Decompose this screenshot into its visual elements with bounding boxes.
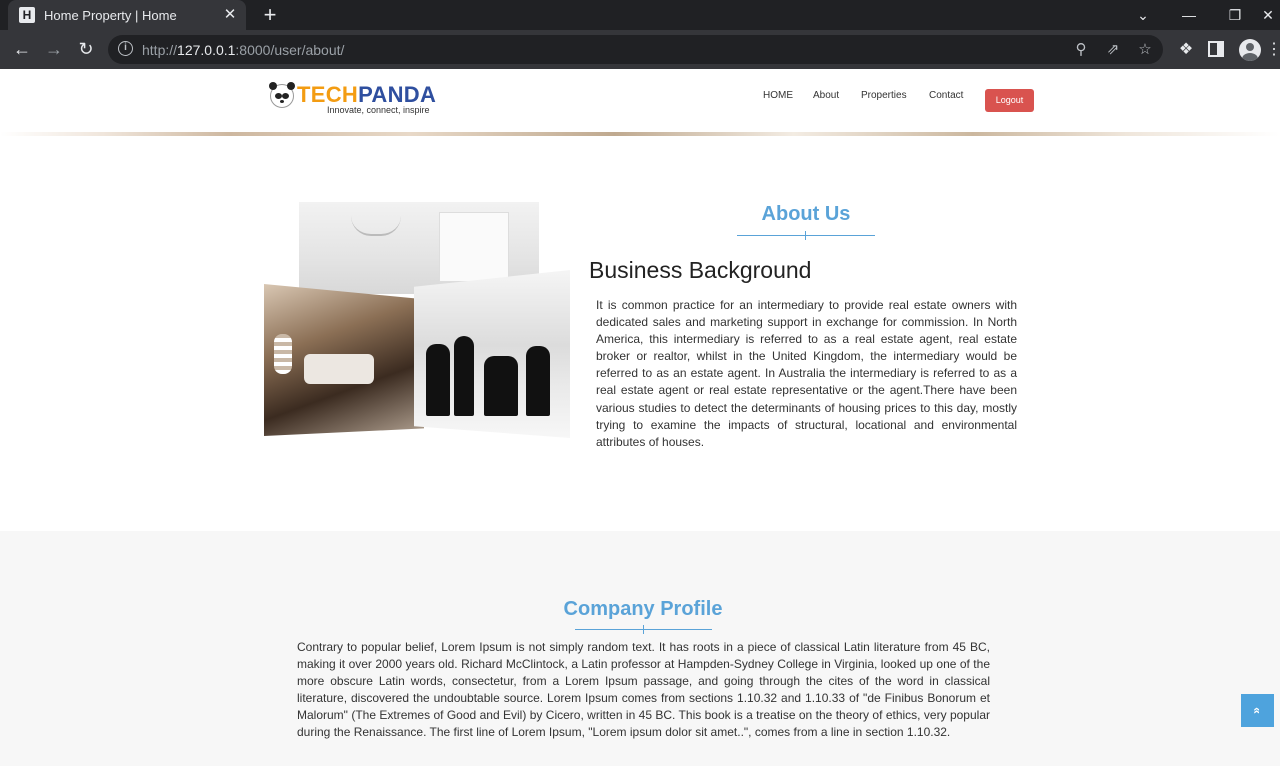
bookmark-star-icon[interactable]: ☆ — [1134, 39, 1156, 61]
business-background-heading: Business Background — [589, 257, 812, 283]
about-photo-collage — [264, 202, 570, 438]
about-paragraph: It is common practice for an intermediar… — [596, 298, 1017, 449]
close-tab-icon[interactable]: ✕ — [220, 5, 240, 25]
url-host: 127.0.0.1 — [177, 42, 236, 58]
nav-link-home[interactable]: HOME — [763, 90, 793, 101]
site-favicon-icon: H — [19, 7, 35, 23]
living-room-photo — [264, 284, 424, 436]
about-title-divider-tick — [805, 231, 806, 240]
site-info-icon[interactable]: i — [118, 41, 133, 56]
address-bar[interactable]: i http://127.0.0.1:8000/user/about/ ⚲ ⇗ … — [108, 35, 1163, 64]
url-text[interactable]: http://127.0.0.1:8000/user/about/ — [142, 42, 344, 58]
forward-icon[interactable]: → — [42, 37, 66, 61]
site-header: TECHPANDA Innovate, connect, inspire HOM… — [0, 69, 1280, 132]
browser-tab[interactable]: H Home Property | Home ✕ — [8, 0, 246, 30]
company-profile-section: Company Profile Contrary to popular beli… — [0, 531, 1280, 766]
site-logo[interactable]: TECHPANDA Innovate, connect, inspire — [268, 81, 438, 117]
window-close-icon[interactable]: ✕ — [1256, 0, 1280, 30]
logout-button[interactable]: Logout — [985, 89, 1034, 112]
restore-icon[interactable]: ❐ — [1212, 0, 1258, 30]
url-path: :8000/user/about/ — [235, 42, 345, 58]
logo-tagline: Innovate, connect, inspire — [327, 105, 430, 115]
zoom-icon[interactable]: ⚲ — [1070, 39, 1092, 61]
company-profile-paragraph: Contrary to popular belief, Lorem Ipsum … — [297, 640, 990, 740]
tab-search-icon[interactable]: ⌄ — [1120, 0, 1166, 30]
minimize-icon[interactable]: — — [1166, 0, 1212, 30]
tab-title: Home Property | Home — [44, 8, 177, 23]
new-tab-icon[interactable]: + — [258, 3, 282, 27]
profile-avatar-icon[interactable] — [1239, 39, 1261, 61]
extensions-icon[interactable]: ❖ — [1174, 38, 1198, 62]
company-profile-title: Company Profile — [563, 598, 723, 620]
scroll-to-top-button[interactable]: » — [1241, 694, 1274, 727]
nav-link-properties[interactable]: Properties — [861, 90, 907, 101]
about-title-divider — [737, 235, 875, 236]
office-silhouette-photo — [414, 270, 570, 438]
panda-logo-icon — [269, 82, 295, 108]
side-panel-icon[interactable] — [1208, 41, 1224, 57]
back-icon[interactable]: ← — [10, 37, 34, 61]
share-icon[interactable]: ⇗ — [1102, 39, 1124, 61]
nav-link-about[interactable]: About — [813, 90, 839, 101]
nav-link-contact[interactable]: Contact — [929, 90, 963, 101]
profile-title-divider-tick — [643, 625, 644, 634]
browser-tab-bar: H Home Property | Home ✕ + ⌄ — ❐ ✕ — [0, 0, 1280, 30]
browser-toolbar: ← → ↻ i http://127.0.0.1:8000/user/about… — [0, 30, 1280, 69]
page-viewport: TECHPANDA Innovate, connect, inspire HOM… — [0, 69, 1280, 766]
reload-icon[interactable]: ↻ — [74, 37, 98, 61]
url-scheme: http:// — [142, 42, 178, 58]
header-banner-strip — [0, 132, 1280, 136]
browser-menu-icon[interactable]: ⋮ — [1266, 39, 1280, 61]
about-us-title: About Us — [761, 203, 851, 225]
